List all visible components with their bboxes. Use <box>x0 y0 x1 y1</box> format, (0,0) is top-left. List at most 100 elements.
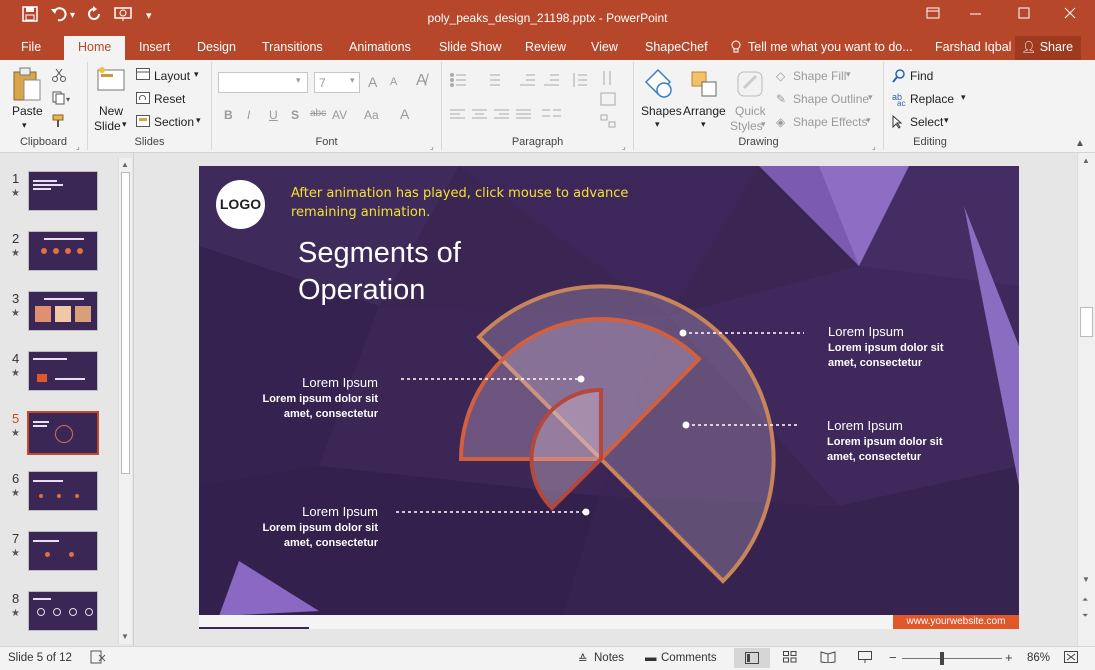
tab-design[interactable]: Design <box>197 40 236 54</box>
website-footer[interactable]: www.yourwebsite.com <box>893 615 1019 629</box>
slide-thumbnail-7[interactable] <box>28 531 98 571</box>
slide-thumbnail-4[interactable] <box>28 351 98 391</box>
columns-icon[interactable] <box>542 108 564 125</box>
change-case-button[interactable]: Aa <box>364 108 379 122</box>
shape-effects-dropdown-icon[interactable]: ▾ <box>866 115 871 126</box>
reset-button[interactable]: Reset <box>154 92 185 106</box>
justify-icon[interactable] <box>516 108 532 125</box>
shape-outline-icon[interactable]: ✎ <box>776 92 786 106</box>
paste-button[interactable]: Paste <box>12 104 43 118</box>
tab-review[interactable]: Review <box>525 40 566 54</box>
slide-thumbnail-3[interactable] <box>28 291 98 331</box>
quick-styles-label[interactable]: Quick <box>735 104 766 118</box>
slide-thumbnail-6[interactable] <box>28 471 98 511</box>
slide-title-line-2[interactable]: Operation <box>298 274 425 307</box>
font-color-button[interactable]: A <box>400 106 409 122</box>
shape-fill-dropdown-icon[interactable]: ▾ <box>846 69 851 80</box>
thumbnail-scrollbar[interactable]: ▲ ▼ <box>118 158 132 644</box>
scroll-up-icon[interactable]: ▲ <box>121 160 129 169</box>
previous-slide-icon[interactable]: ⏶ <box>1082 595 1088 605</box>
layout-dropdown-icon[interactable]: ▾ <box>194 69 199 80</box>
normal-view-button[interactable] <box>734 648 770 668</box>
italic-button[interactable]: I <box>247 108 250 122</box>
comments-button[interactable]: Comments <box>661 652 717 664</box>
strikethrough-button[interactable]: abc <box>310 108 326 119</box>
format-painter-icon[interactable] <box>52 114 66 131</box>
drawing-dialog-launcher-icon[interactable]: ⌟ <box>872 142 876 151</box>
shrink-font-button[interactable]: A <box>390 76 397 88</box>
slide-thumbnail-2[interactable] <box>28 231 98 271</box>
shapes-dropdown-icon[interactable]: ▾ <box>655 119 660 130</box>
align-right-icon[interactable] <box>494 108 510 125</box>
select-dropdown-icon[interactable]: ▾ <box>944 115 949 126</box>
layout-button[interactable]: Layout <box>154 69 190 83</box>
scroll-down-icon[interactable]: ▼ <box>121 632 129 641</box>
font-dialog-launcher-icon[interactable]: ⌟ <box>430 142 434 151</box>
collapse-ribbon-icon[interactable]: ▲ <box>1075 138 1085 149</box>
zoom-in-icon[interactable]: + <box>1005 650 1013 665</box>
quick-styles-dropdown-icon[interactable]: ▾ <box>761 119 766 130</box>
decrease-indent-icon[interactable] <box>520 72 536 91</box>
align-text-icon[interactable] <box>600 92 616 109</box>
bullets-icon[interactable] <box>450 72 472 91</box>
slide-thumbnail-1[interactable] <box>28 171 98 211</box>
callout-text[interactable]: Lorem ipsum dolor sit <box>828 342 944 354</box>
callout-heading[interactable]: Lorem Ipsum <box>269 504 378 519</box>
section-icon[interactable] <box>136 115 150 130</box>
slide-title-line-1[interactable]: Segments of <box>298 237 461 270</box>
maximize-icon[interactable] <box>1018 6 1030 26</box>
dialog-launcher-icon[interactable]: ⌟ <box>76 142 80 151</box>
paste-icon[interactable] <box>12 66 42 107</box>
restore-ribbon-icon[interactable] <box>926 6 940 26</box>
tab-home[interactable]: Home <box>64 36 126 60</box>
shape-effects-button[interactable]: Shape Effects <box>793 115 868 129</box>
user-name[interactable]: Farshad Iqbal <box>935 40 1011 54</box>
callout-text[interactable]: Lorem ipsum dolor sit <box>249 393 378 405</box>
spell-check-icon[interactable] <box>90 650 106 667</box>
callout-text[interactable]: amet, consectetur <box>828 357 922 369</box>
copy-icon[interactable]: ▾ <box>52 91 72 108</box>
grow-font-button[interactable]: A <box>368 74 377 90</box>
callout-heading[interactable]: Lorem Ipsum <box>827 418 903 433</box>
callout-text[interactable]: amet, consectetur <box>827 451 921 463</box>
clear-formatting-icon[interactable]: A̸ <box>416 72 427 90</box>
callout-text[interactable]: amet, consectetur <box>249 408 378 420</box>
zoom-slider-track[interactable] <box>902 658 1002 659</box>
notes-button[interactable]: Notes <box>594 652 624 664</box>
tab-transitions[interactable]: Transitions <box>262 40 323 54</box>
replace-dropdown-icon[interactable]: ▾ <box>961 92 966 103</box>
quick-styles-label-2[interactable]: Styles <box>730 119 763 133</box>
section-dropdown-icon[interactable]: ▾ <box>196 115 201 126</box>
scroll-down-icon[interactable]: ▼ <box>1082 575 1090 584</box>
minimize-icon[interactable] <box>970 6 982 26</box>
tell-me-box[interactable]: Tell me what you want to do... <box>748 40 913 54</box>
zoom-slider-thumb[interactable] <box>940 652 944 665</box>
slideshow-icon[interactable] <box>858 651 872 666</box>
notes-icon[interactable]: ≙ <box>578 652 588 666</box>
select-icon[interactable] <box>892 114 904 132</box>
logo-placeholder[interactable]: LOGO <box>216 180 265 229</box>
shape-outline-dropdown-icon[interactable]: ▾ <box>868 92 873 103</box>
comments-icon[interactable]: ▬ <box>645 652 657 664</box>
shapes-button[interactable]: Shapes <box>641 104 682 118</box>
align-center-icon[interactable] <box>472 108 488 125</box>
shape-fill-button[interactable]: Shape Fill <box>793 69 846 83</box>
new-slide-label-2[interactable]: Slide <box>94 119 121 133</box>
shape-fill-icon[interactable]: ◇ <box>776 69 785 83</box>
select-button[interactable]: Select <box>910 115 943 129</box>
slide-sorter-icon[interactable] <box>783 651 797 666</box>
fit-to-window-icon[interactable] <box>1064 651 1078 666</box>
tab-view[interactable]: View <box>591 40 618 54</box>
font-size-dropdown-icon[interactable]: ▾ <box>350 75 355 86</box>
slide-thumbnail-5[interactable] <box>27 411 99 455</box>
scroll-thumb[interactable] <box>121 172 130 474</box>
zoom-level[interactable]: 86% <box>1027 652 1050 664</box>
tab-animations[interactable]: Animations <box>349 40 411 54</box>
quick-styles-icon[interactable] <box>734 68 766 103</box>
new-slide-icon[interactable] <box>96 66 126 103</box>
paragraph-dialog-launcher-icon[interactable]: ⌟ <box>622 142 626 151</box>
callout-text[interactable]: Lorem ipsum dolor sit <box>249 522 378 534</box>
replace-button[interactable]: Replace <box>910 92 954 106</box>
replace-icon[interactable]: ab ac <box>892 92 908 109</box>
cut-icon[interactable] <box>52 68 66 85</box>
